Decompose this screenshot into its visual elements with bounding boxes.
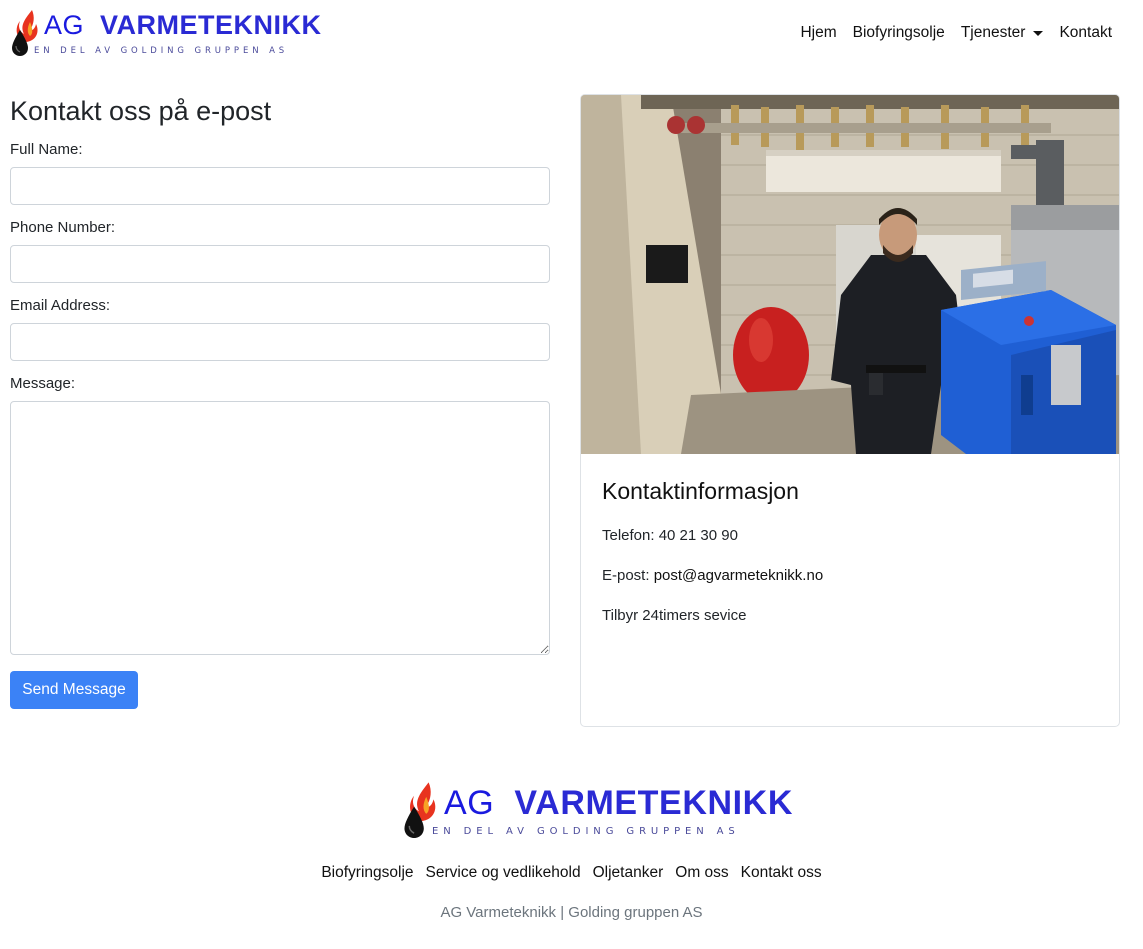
contact-email-prefix: E-post: bbox=[602, 567, 654, 584]
footer-link-oljetanker[interactable]: Oljetanker bbox=[587, 864, 670, 882]
nav-menu: Hjem Biofyringsolje Tjenester Kontakt bbox=[792, 24, 1112, 42]
brand-logo[interactable]: AG VARMETEKNIKK EN DEL AV GOLDING GRUPPE… bbox=[10, 8, 321, 58]
phone-input[interactable] bbox=[10, 245, 550, 283]
nav-item-tjenester-dropdown[interactable]: Tjenester bbox=[953, 24, 1052, 42]
contact-info-title: Kontaktinformasjon bbox=[602, 478, 799, 504]
footer-brand-logo[interactable]: AG VARMETEKNIKK EN DEL AV GOLDING GRUPPE… bbox=[402, 780, 792, 840]
contact-info-body: Kontaktinformasjon Telefon: 40 21 30 90 … bbox=[602, 476, 823, 630]
email-label: Email Address: bbox=[10, 297, 111, 314]
nav-item-hjem[interactable]: Hjem bbox=[792, 24, 844, 42]
full-name-label: Full Name: bbox=[10, 141, 83, 158]
contact-form: Kontakt oss på e-post Full Name: Phone N… bbox=[10, 94, 550, 709]
brand-tagline: EN DEL AV GOLDING GRUPPEN AS bbox=[34, 46, 289, 56]
message-label: Message: bbox=[10, 375, 76, 392]
full-name-input[interactable] bbox=[10, 167, 550, 205]
footer-copyright: AG Varmeteknikk | Golding gruppen AS bbox=[440, 904, 703, 921]
contact-email-line: E-post: post@agvarmeteknikk.no bbox=[602, 562, 823, 590]
brand-name: AG VARMETEKNIKK bbox=[44, 10, 322, 40]
footer-link-om-oss[interactable]: Om oss bbox=[669, 864, 734, 882]
nav-item-biofyringsolje[interactable]: Biofyringsolje bbox=[845, 24, 953, 42]
contact-phone: Telefon: 40 21 30 90 bbox=[602, 527, 738, 544]
footer-link-biofyringsolje[interactable]: Biofyringsolje bbox=[315, 864, 419, 882]
send-message-button[interactable]: Send Message bbox=[10, 671, 138, 709]
boiler-room-photo bbox=[581, 95, 1119, 454]
nav-item-kontakt[interactable]: Kontakt bbox=[1051, 24, 1112, 42]
footer-link-kontakt-oss[interactable]: Kontakt oss bbox=[735, 864, 828, 882]
contact-service-note: Tilbyr 24timers sevice bbox=[602, 607, 747, 624]
phone-label: Phone Number: bbox=[10, 219, 116, 236]
footer-nav: Biofyringsolje Service og vedlikehold Ol… bbox=[0, 864, 1143, 882]
footer-brand-name: AG VARMETEKNIKK bbox=[444, 784, 793, 822]
footer-brand-tagline: EN DEL AV GOLDING GRUPPEN AS bbox=[432, 826, 740, 837]
contact-info-card: Kontaktinformasjon Telefon: 40 21 30 90 … bbox=[580, 94, 1120, 727]
caret-down-icon bbox=[1033, 30, 1044, 36]
message-textarea[interactable] bbox=[10, 401, 550, 655]
navbar: AG VARMETEKNIKK EN DEL AV GOLDING GRUPPE… bbox=[0, 0, 1143, 68]
footer-link-service[interactable]: Service og vedlikehold bbox=[420, 864, 587, 882]
nav-item-tjenester-label: Tjenester bbox=[960, 24, 1026, 41]
form-title: Kontakt oss på e-post bbox=[10, 96, 272, 126]
contact-email-link[interactable]: post@agvarmeteknikk.no bbox=[654, 567, 823, 584]
email-input[interactable] bbox=[10, 323, 550, 361]
